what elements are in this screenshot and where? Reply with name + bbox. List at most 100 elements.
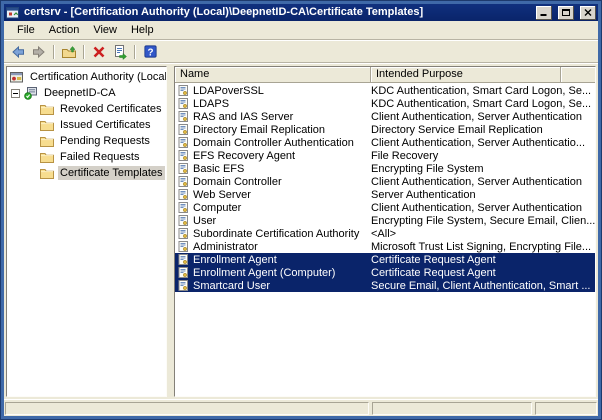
status-bar (4, 399, 598, 416)
certificate-template-icon (178, 280, 189, 291)
table-row[interactable]: Domain Controller Client Authentication,… (175, 175, 595, 188)
tree-item-certificate-templates[interactable]: Certificate Templates (7, 165, 166, 181)
template-name-cell: User (175, 215, 371, 227)
certification-authority-icon (10, 70, 24, 84)
template-name: Domain Controller (193, 176, 282, 188)
templates-list-panel: Name Intended Purpose (174, 66, 596, 397)
column-header-filler (561, 67, 595, 83)
tree-item-failed-requests[interactable]: Failed Requests (7, 149, 166, 165)
title-bar[interactable]: certsrv - [Certification Authority (Loca… (4, 4, 598, 21)
table-row[interactable]: EFS Recovery Agent File Recovery (175, 149, 595, 162)
list-header: Name Intended Purpose (175, 67, 595, 83)
export-list-icon[interactable] (110, 43, 130, 61)
tree-item-pending-requests[interactable]: Pending Requests (7, 133, 166, 149)
help-icon[interactable]: ? (140, 43, 160, 61)
tree-item-label: Certificate Templates (58, 166, 165, 180)
table-row[interactable]: Enrollment Agent Certificate Request Age… (175, 253, 595, 266)
template-name-cell: EFS Recovery Agent (175, 150, 371, 162)
table-row[interactable]: LDAPoverSSL KDC Authentication, Smart Ca… (175, 84, 595, 97)
table-row[interactable]: Web Server Server Authentication (175, 188, 595, 201)
menu-action[interactable]: Action (42, 22, 87, 38)
table-row[interactable]: Domain Controller Authentication Client … (175, 136, 595, 149)
template-name: Enrollment Agent (Computer) (193, 267, 335, 279)
template-name: Administrator (193, 241, 258, 253)
template-name-cell: Web Server (175, 189, 371, 201)
tree-item-label: Issued Certificates (58, 118, 152, 132)
certificate-template-icon (178, 111, 189, 122)
tree-item-label: Certification Authority (Local) (28, 70, 167, 84)
tree-item-revoked-certificates[interactable]: Revoked Certificates (7, 101, 166, 117)
close-button[interactable] (580, 6, 596, 20)
template-name-cell: RAS and IAS Server (175, 111, 371, 123)
column-header-name[interactable]: Name (175, 67, 371, 83)
back-icon[interactable] (8, 43, 28, 61)
menu-help[interactable]: Help (124, 22, 161, 38)
folder-icon (40, 151, 54, 163)
menu-bar: File Action View Help (4, 21, 598, 40)
template-name: Enrollment Agent (193, 254, 277, 266)
tree-item-label: DeepnetID-CA (42, 86, 118, 100)
template-name-cell: Subordinate Certification Authority (175, 228, 371, 240)
table-row[interactable]: User Encrypting File System, Secure Emai… (175, 214, 595, 227)
table-row[interactable]: Directory Email Replication Directory Se… (175, 123, 595, 136)
table-row[interactable]: Subordinate Certification Authority <All… (175, 227, 595, 240)
column-header-intended-purpose[interactable]: Intended Purpose (371, 67, 561, 83)
app-icon (6, 6, 20, 20)
menu-view[interactable]: View (86, 22, 124, 38)
tree-item-certification-authority[interactable]: Certification Authority (Local) (7, 69, 166, 85)
template-name-cell: Administrator (175, 241, 371, 253)
template-purpose: Directory Service Email Replication (371, 124, 595, 136)
certificate-template-icon (178, 124, 189, 135)
menu-file[interactable]: File (10, 22, 42, 38)
window-title: certsrv - [Certification Authority (Loca… (24, 4, 530, 21)
folder-icon (40, 167, 54, 179)
tree-item-label: Revoked Certificates (58, 102, 164, 116)
template-name: EFS Recovery Agent (193, 150, 295, 162)
template-name-cell: Smartcard User (175, 280, 371, 292)
tree-item-issued-certificates[interactable]: Issued Certificates (7, 117, 166, 133)
console-tree: Certification Authority (Local) (6, 66, 167, 397)
status-segment (535, 402, 597, 415)
tree-item-deepnetid-ca[interactable]: DeepnetID-CA (7, 85, 166, 101)
template-name: Computer (193, 202, 241, 214)
certificate-template-icon (178, 137, 189, 148)
certificate-template-icon (178, 150, 189, 161)
template-name: LDAPoverSSL (193, 85, 264, 97)
template-name-cell: Enrollment Agent (Computer) (175, 267, 371, 279)
maximize-button[interactable] (558, 6, 574, 20)
template-purpose: Secure Email, Client Authentication, Sma… (371, 280, 595, 292)
table-row[interactable]: Administrator Microsoft Trust List Signi… (175, 240, 595, 253)
toolbar-separator (83, 45, 85, 59)
table-row[interactable]: Smartcard User Secure Email, Client Auth… (175, 279, 595, 292)
template-purpose: Microsoft Trust List Signing, Encrypting… (371, 241, 595, 253)
certificate-template-icon (178, 98, 189, 109)
tree-item-label: Pending Requests (58, 134, 152, 148)
template-name-cell: LDAPS (175, 98, 371, 110)
table-row[interactable]: RAS and IAS Server Client Authentication… (175, 110, 595, 123)
template-purpose: KDC Authentication, Smart Card Logon, Se… (371, 85, 595, 97)
template-name-cell: LDAPoverSSL (175, 85, 371, 97)
template-purpose: KDC Authentication, Smart Card Logon, Se… (371, 98, 595, 110)
certificate-template-icon (178, 85, 189, 96)
up-one-level-icon[interactable] (59, 43, 79, 61)
table-row[interactable]: Basic EFS Encrypting File System (175, 162, 595, 175)
template-name-cell: Domain Controller (175, 176, 371, 188)
forward-icon[interactable] (29, 43, 49, 61)
main-content: Certification Authority (Local) (4, 63, 598, 399)
delete-icon[interactable] (89, 43, 109, 61)
table-row[interactable]: LDAPS KDC Authentication, Smart Card Log… (175, 97, 595, 110)
toolbar-separator (53, 45, 55, 59)
template-name: Basic EFS (193, 163, 244, 175)
template-purpose: Certificate Request Agent (371, 267, 595, 279)
panel-splitter[interactable] (170, 66, 171, 397)
collapse-icon[interactable] (11, 89, 20, 98)
certificate-template-icon (178, 163, 189, 174)
table-row[interactable]: Computer Client Authentication, Server A… (175, 201, 595, 214)
template-name: Domain Controller Authentication (193, 137, 354, 149)
minimize-button[interactable] (536, 6, 552, 20)
template-name: User (193, 215, 216, 227)
template-purpose: Server Authentication (371, 189, 595, 201)
folder-icon (40, 135, 54, 147)
table-row[interactable]: Enrollment Agent (Computer) Certificate … (175, 266, 595, 279)
template-purpose: Client Authentication, Server Authentica… (371, 137, 595, 149)
